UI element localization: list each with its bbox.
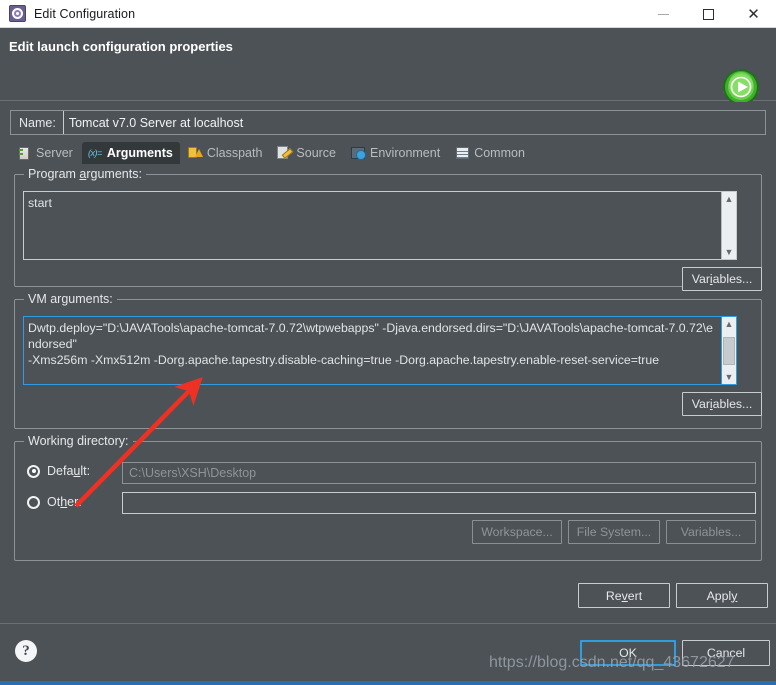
vm-arguments-line-1: Dwtp.deploy="D:\JAVATools\apache-tomcat-…	[28, 321, 713, 351]
working-directory-variables-button[interactable]: Variables...	[666, 520, 756, 544]
file-system-button[interactable]: File System...	[568, 520, 660, 544]
program-arguments-scrollbar[interactable]: ▲ ▼	[721, 191, 737, 260]
working-directory-default-radio-row[interactable]: Default:	[27, 464, 90, 478]
working-directory-legend: Working directory:	[24, 434, 133, 448]
tab-common[interactable]: Common	[449, 142, 532, 164]
working-directory-other-field[interactable]	[122, 492, 756, 514]
environment-icon	[350, 146, 366, 161]
banner-title: Edit launch configuration properties	[9, 39, 233, 54]
tab-server[interactable]: Server	[11, 142, 80, 164]
tab-source[interactable]: Source	[271, 142, 343, 164]
vm-arguments-textarea[interactable]: Dwtp.deploy="D:\JAVATools\apache-tomcat-…	[23, 316, 721, 385]
maximize-button[interactable]	[686, 0, 731, 28]
minimize-button[interactable]	[641, 0, 686, 28]
name-input[interactable]	[62, 111, 765, 134]
window-controls: ✕	[641, 0, 776, 28]
bottom-accent-strip	[0, 681, 776, 685]
radio-default-icon[interactable]	[27, 464, 40, 478]
source-icon	[276, 146, 292, 161]
scroll-down-icon[interactable]: ▼	[722, 245, 736, 259]
window-titlebar: Edit Configuration ✕	[0, 0, 776, 28]
tab-server-label: Server	[36, 146, 73, 160]
dialog-banner: Edit launch configuration properties	[0, 28, 776, 105]
program-arguments-textarea[interactable]: start	[23, 191, 721, 260]
working-directory-other-radio-row[interactable]: Other:	[27, 495, 82, 509]
program-arguments-legend: Program arguments:	[24, 167, 146, 181]
tab-classpath[interactable]: Classpath	[182, 142, 270, 164]
vm-arguments-legend: VM arguments:	[24, 292, 117, 306]
configuration-gear-icon	[9, 5, 26, 22]
program-arguments-variables-button[interactable]: Var i ables...	[682, 267, 762, 291]
configuration-name-row: Name:	[10, 110, 766, 135]
scrollbar-thumb[interactable]	[723, 337, 735, 365]
tab-environment-label: Environment	[370, 146, 441, 160]
tab-source-label: Source	[296, 146, 337, 160]
name-label: Name:	[19, 115, 56, 130]
apply-button[interactable]: Appl y	[676, 583, 768, 608]
other-label: Other:	[47, 495, 82, 509]
tab-arguments-label: Arguments	[106, 146, 173, 160]
radio-other-icon[interactable]	[27, 495, 40, 509]
tab-classpath-label: Classpath	[206, 146, 263, 160]
program-arguments-editor[interactable]: start ▲ ▼	[23, 191, 737, 260]
tab-arguments[interactable]: (x)= Arguments	[81, 142, 180, 164]
tab-common-label: Common	[474, 146, 525, 160]
working-directory-default-field: C:\Users\XSH\Desktop	[122, 462, 756, 484]
edit-configuration-dialog: Edit Configuration ✕ Edit launch configu…	[0, 0, 776, 685]
scroll-up-icon[interactable]: ▲	[722, 192, 736, 206]
arguments-icon: (x)=	[87, 148, 102, 158]
scroll-up-icon[interactable]: ▲	[722, 317, 736, 331]
vm-arguments-variables-button[interactable]: Var i ables...	[682, 392, 762, 416]
common-icon	[454, 146, 470, 161]
tab-environment[interactable]: Environment	[345, 142, 447, 164]
server-icon	[16, 146, 32, 161]
scroll-down-icon[interactable]: ▼	[722, 370, 736, 384]
help-question-icon[interactable]: ?	[15, 640, 37, 662]
window-title: Edit Configuration	[34, 6, 136, 21]
footer-separator	[0, 623, 776, 624]
vm-arguments-line-2: -Xms256m -Xmx512m -Dorg.apache.tapestry.…	[28, 353, 660, 367]
tab-bar: Server (x)= Arguments Classpath Source E…	[11, 142, 534, 164]
watermark-text: https://blog.csdn.net/qq_43672627	[489, 654, 735, 671]
vm-arguments-editor[interactable]: Dwtp.deploy="D:\JAVATools\apache-tomcat-…	[23, 316, 737, 385]
close-button[interactable]: ✕	[731, 0, 776, 28]
dialog-body: Name: Server (x)= Arguments Classpath So…	[0, 102, 776, 685]
classpath-icon	[187, 146, 203, 161]
vm-arguments-scrollbar[interactable]: ▲ ▼	[721, 316, 737, 385]
workspace-button[interactable]: Workspace...	[472, 520, 562, 544]
revert-button[interactable]: Re v ert	[578, 583, 670, 608]
default-label: Default:	[47, 464, 91, 478]
